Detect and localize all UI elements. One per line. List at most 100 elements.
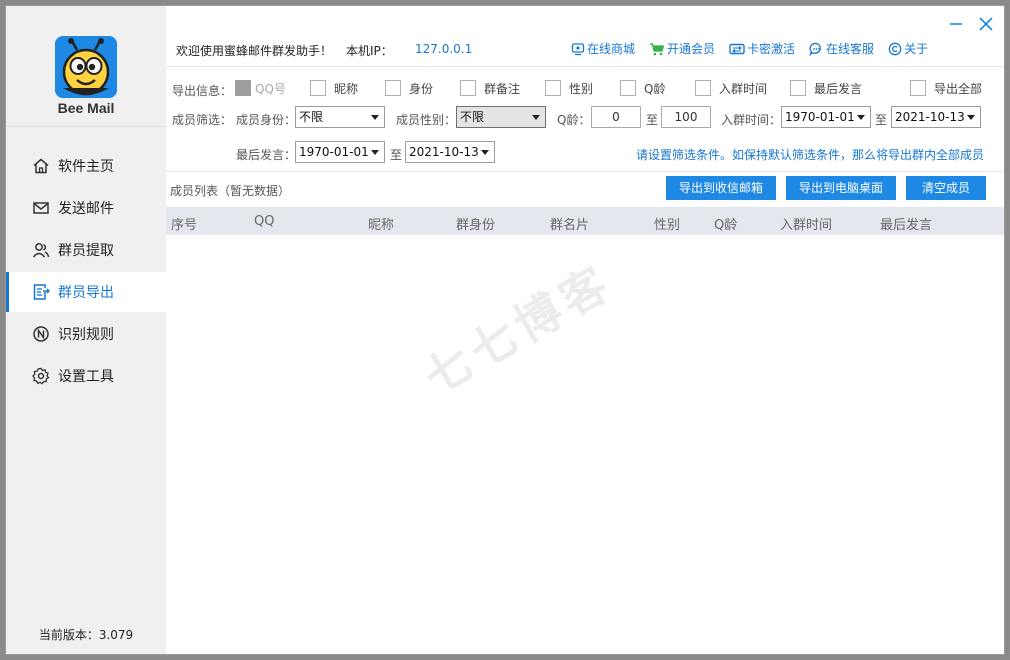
watermark: 七七博客 xyxy=(414,254,623,405)
filter-divider xyxy=(166,171,1004,172)
checkbox-nickname[interactable] xyxy=(310,80,326,96)
column-header[interactable]: 性别 xyxy=(654,214,680,233)
last-to-label: 至 xyxy=(390,148,403,162)
checkbox-gender-label: 性别 xyxy=(569,82,594,96)
filter-row: 成员筛选： 成员身份： 不限 成员性别： 不限 Q龄： 0 至 100 入群时间… xyxy=(166,106,1004,132)
mail-icon xyxy=(32,199,50,217)
export-info-row: 导出信息： QQ号 昵称 身份 群备注 性别 Q龄 入群时间 最后发言 导出全部 xyxy=(166,76,1004,102)
version-label: 当前版本：3.079 xyxy=(38,628,134,642)
checkbox-role-label: 身份 xyxy=(409,82,434,96)
column-header[interactable]: 入群时间 xyxy=(780,214,832,233)
chevron-down-icon xyxy=(967,115,975,120)
sidebar-item-rules[interactable]: 识别规则 xyxy=(6,314,166,354)
welcome-text: 欢迎使用蜜蜂邮件群发助手！ xyxy=(176,44,333,58)
checkbox-qq[interactable] xyxy=(235,80,251,96)
home-icon xyxy=(32,157,50,175)
link-open-vip[interactable]: 开通会员 xyxy=(649,40,715,57)
role-label: 成员身份： xyxy=(236,113,297,127)
checkbox-nickname-label: 昵称 xyxy=(334,82,359,96)
role-select[interactable]: 不限 xyxy=(295,106,385,128)
checkbox-gender[interactable] xyxy=(545,80,561,96)
rule-icon xyxy=(32,325,50,343)
column-header[interactable]: 群名片 xyxy=(550,214,589,233)
cart-icon xyxy=(650,42,665,55)
sidebar-item-extract[interactable]: 群员提取 xyxy=(6,230,166,270)
link-card-activate[interactable]: 卡密激活 xyxy=(729,40,795,57)
checkbox-role[interactable] xyxy=(385,80,401,96)
sidebar-item-send-mail[interactable]: 发送邮件 xyxy=(6,188,166,228)
sidebar-item-home[interactable]: 软件主页 xyxy=(6,146,166,186)
checkbox-join-time[interactable] xyxy=(695,80,711,96)
export-info-label: 导出信息： xyxy=(172,84,233,98)
link-label: 开通会员 xyxy=(667,42,716,56)
join-to-label: 至 xyxy=(875,113,888,127)
chevron-down-icon xyxy=(371,115,379,120)
checkbox-join-time-label: 入群时间 xyxy=(719,82,768,96)
link-online-shop[interactable]: 在线商城 xyxy=(571,40,635,57)
role-select-value: 不限 xyxy=(299,110,324,124)
gender-label: 成员性别： xyxy=(396,113,457,127)
ip-value: 127.0.0.1 xyxy=(415,42,473,56)
checkbox-group-remark[interactable] xyxy=(460,80,476,96)
join-to-date[interactable]: 2021-10-13 xyxy=(891,106,981,128)
sidebar-item-label: 软件主页 xyxy=(58,159,114,175)
filter-hint: 请设置筛选条件。如保持默认筛选条件，那么将导出群内全部成员 xyxy=(636,148,985,162)
checkbox-qage-label: Q龄 xyxy=(644,82,666,96)
qage-label: Q龄： xyxy=(557,113,591,127)
header-divider xyxy=(166,66,1004,67)
copyright-icon xyxy=(888,42,902,55)
join-from-date[interactable]: 1970-01-01 xyxy=(781,106,871,128)
close-icon[interactable] xyxy=(976,14,996,34)
ip-label: 本机IP： xyxy=(346,44,393,58)
sidebar-item-label: 发送邮件 xyxy=(58,201,114,217)
filter-label: 成员筛选： xyxy=(172,113,233,127)
main-panel: 欢迎使用蜜蜂邮件群发助手！ 本机IP： 127.0.0.1 在线商城 开通会员 … xyxy=(166,6,1004,654)
last-from-date[interactable]: 1970-01-01 xyxy=(295,141,385,163)
gender-select[interactable]: 不限 xyxy=(456,106,546,128)
join-time-label: 入群时间： xyxy=(721,113,782,127)
sidebar-item-export[interactable]: 群员导出 xyxy=(6,272,166,312)
export-to-mail-button[interactable]: 导出到收信邮箱 xyxy=(666,176,776,200)
chevron-down-icon xyxy=(532,115,540,120)
chevron-down-icon xyxy=(481,150,489,155)
column-header[interactable]: QQ xyxy=(254,214,274,229)
app-window: Bee Mail 软件主页 发送邮件 群员提取 群员导出 识别规则 设置工具 当… xyxy=(5,5,1005,655)
sidebar-divider xyxy=(6,126,166,127)
join-from-value: 1970-01-01 xyxy=(785,110,855,124)
users-icon xyxy=(32,241,50,259)
checkbox-last-speak[interactable] xyxy=(790,80,806,96)
column-header[interactable]: Q龄 xyxy=(714,214,737,233)
filter-row-2: 最后发言： 1970-01-01 至 2021-10-13 请设置筛选条件。如保… xyxy=(166,141,1004,167)
link-online-service[interactable]: 在线客服 xyxy=(809,40,874,57)
last-to-date[interactable]: 2021-10-13 xyxy=(405,141,495,163)
link-about[interactable]: 关于 xyxy=(888,40,928,57)
link-label: 在线客服 xyxy=(826,42,875,56)
gender-select-value: 不限 xyxy=(460,110,485,124)
minimize-icon[interactable] xyxy=(946,14,966,34)
export-to-desktop-button[interactable]: 导出到电脑桌面 xyxy=(786,176,896,200)
sidebar-item-settings[interactable]: 设置工具 xyxy=(6,356,166,396)
sidebar-item-label: 识别规则 xyxy=(58,327,114,343)
link-label: 卡密激活 xyxy=(747,42,796,56)
checkbox-qq-label: QQ号 xyxy=(255,82,286,96)
sidebar-nav: 软件主页 发送邮件 群员提取 群员导出 识别规则 设置工具 xyxy=(6,146,166,398)
service-icon xyxy=(809,42,821,56)
card-icon xyxy=(729,43,745,54)
column-header[interactable]: 序号 xyxy=(171,214,197,233)
qage-min-input[interactable]: 0 xyxy=(591,106,641,128)
checkbox-export-all[interactable] xyxy=(910,80,926,96)
qage-max-input[interactable]: 100 xyxy=(661,106,711,128)
link-label: 关于 xyxy=(904,42,929,56)
clear-members-button[interactable]: 清空成员 xyxy=(906,176,986,200)
column-header[interactable]: 最后发言 xyxy=(880,214,932,233)
chevron-down-icon xyxy=(371,150,379,155)
member-table-header: 序号 QQ 昵称 群身份 群名片 性别 Q龄 入群时间 最后发言 xyxy=(166,207,1004,235)
sidebar: Bee Mail 软件主页 发送邮件 群员提取 群员导出 识别规则 设置工具 当… xyxy=(6,6,166,654)
last-speak-label: 最后发言： xyxy=(236,148,297,162)
checkbox-qage[interactable] xyxy=(620,80,636,96)
sidebar-item-label: 群员导出 xyxy=(58,285,114,301)
column-header[interactable]: 群身份 xyxy=(456,214,495,233)
bee-logo-icon xyxy=(55,36,117,98)
header-bar: 欢迎使用蜜蜂邮件群发助手！ 本机IP： 127.0.0.1 在线商城 开通会员 … xyxy=(166,36,1004,60)
column-header[interactable]: 昵称 xyxy=(368,214,394,233)
